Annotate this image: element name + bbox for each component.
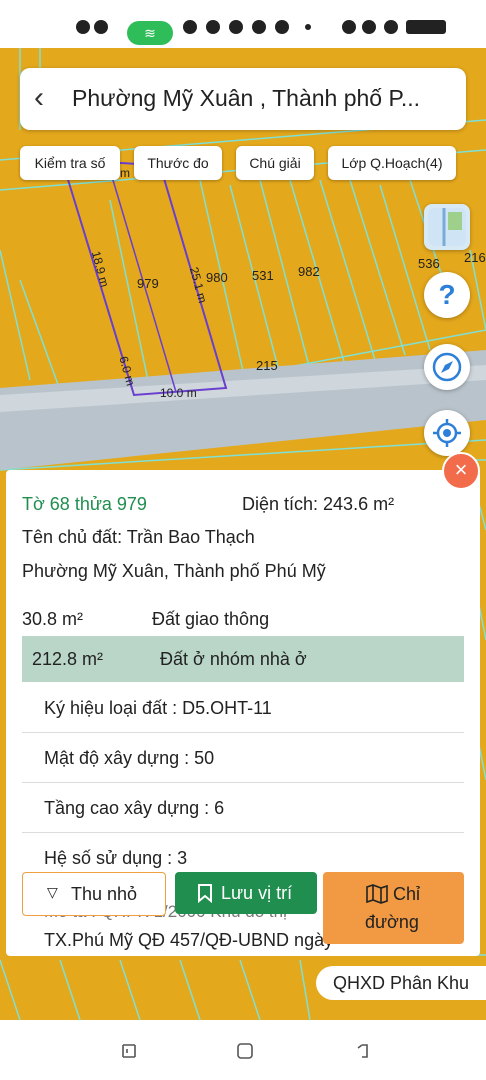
directions-button[interactable]: Chỉ đường (323, 872, 464, 944)
page-title[interactable]: Phường Mỹ Xuân , Thành phố P... (72, 85, 458, 112)
plot-number: 531 (252, 268, 274, 283)
home-icon[interactable] (236, 1042, 254, 1060)
collapse-button[interactable]: ▽ Thu nhỏ (22, 872, 166, 916)
check-number-button[interactable]: Kiểm tra số (20, 146, 120, 180)
legend-button[interactable]: Chú giải (236, 146, 314, 180)
usage-row-highlight[interactable]: 212.8 m² Đất ở nhóm nhà ở (22, 636, 464, 682)
alarm-icon (342, 20, 356, 34)
x-icon (275, 20, 289, 34)
land-code-row: Ký hiệu loại đất : D5.OHT-11 (22, 684, 464, 733)
usage-type: Đất ở nhóm nhà ở (160, 649, 307, 669)
locate-button[interactable] (424, 410, 470, 456)
plot-number: 982 (298, 264, 320, 279)
plot-number: 215 (256, 358, 278, 373)
youtube-icon (252, 20, 266, 34)
save-location-label: Lưu vị trí (221, 883, 293, 903)
search-header: ‹ Phường Mỹ Xuân , Thành phố P... (20, 68, 466, 130)
usage-type: Đất giao thông (152, 609, 270, 629)
back-nav-icon[interactable] (354, 1042, 372, 1060)
sheet-plot-number: Tờ 68 thửa 979 (22, 494, 147, 514)
map-icon (366, 884, 388, 904)
plot-number: 980 (206, 270, 228, 285)
owner-name: Tên chủ đất: Trần Bao Thạch (22, 527, 255, 547)
system-nav-bar (0, 1020, 486, 1080)
measure-label: 10.0 m (160, 386, 197, 400)
tiktok-icon (229, 20, 243, 34)
density-label: Mật độ xây dựng : 50 (44, 748, 215, 768)
ruler-button[interactable]: Thước đo (134, 146, 222, 180)
floors-row: Tầng cao xây dựng : 6 (22, 784, 464, 833)
floors-label: Tầng cao xây dựng : 6 (44, 798, 225, 818)
triangle-down-icon: ▽ (47, 884, 58, 900)
area-value: Diện tích: 243.6 m² (242, 494, 395, 514)
planning-layer-button[interactable]: Lớp Q.Hoạch(4) (328, 146, 456, 180)
help-icon: ? (438, 279, 456, 310)
app-icon (76, 20, 90, 34)
density-row: Mật độ xây dựng : 50 (22, 734, 464, 783)
settings-icon (362, 20, 376, 34)
help-button[interactable]: ? (424, 272, 470, 318)
zalo-icon (206, 20, 220, 34)
plot-number: 536 (418, 256, 440, 271)
battery-icon (406, 20, 446, 34)
wifi-hotspot-icon: ≋ (127, 21, 173, 45)
map-layer-icon (428, 208, 466, 246)
close-button[interactable]: × (442, 452, 480, 490)
description-text: TX.Phú Mỹ QĐ 457/QĐ-UBND ngày (44, 930, 334, 950)
recent-apps-icon[interactable] (120, 1042, 138, 1060)
location-target-icon (433, 419, 461, 447)
bookmark-icon (198, 884, 212, 903)
planning-type-badge[interactable]: QHXD Phân Khu (316, 966, 486, 1000)
directions-label: đường (365, 912, 419, 932)
usage-ratio-label: Hệ số sử dụng : 3 (44, 848, 188, 868)
measure-label: m (120, 166, 130, 180)
map-type-button[interactable] (424, 204, 470, 250)
compass-icon (432, 352, 462, 382)
save-location-button[interactable]: Lưu vị trí (175, 872, 317, 914)
close-icon: × (454, 457, 468, 482)
app-icon (94, 20, 108, 34)
compass-button[interactable] (424, 344, 470, 390)
status-bar: ≋ (0, 0, 486, 48)
vibrate-icon (384, 20, 398, 34)
back-button[interactable]: ‹ (34, 83, 58, 114)
usage-area: 30.8 m² (22, 609, 84, 629)
plot-number: 979 (137, 276, 159, 291)
plot-number: 216 (464, 250, 486, 265)
collapse-label: Thu nhỏ (71, 884, 138, 904)
directions-label: Chỉ (393, 884, 421, 904)
address: Phường Mỹ Xuân, Thành phố Phú Mỹ (22, 561, 326, 581)
usage-area: 212.8 m² (32, 649, 104, 669)
land-code-label: Ký hiệu loại đất : D5.OHT-11 (44, 698, 272, 718)
facebook-icon (183, 20, 197, 34)
dot-icon (305, 24, 311, 30)
